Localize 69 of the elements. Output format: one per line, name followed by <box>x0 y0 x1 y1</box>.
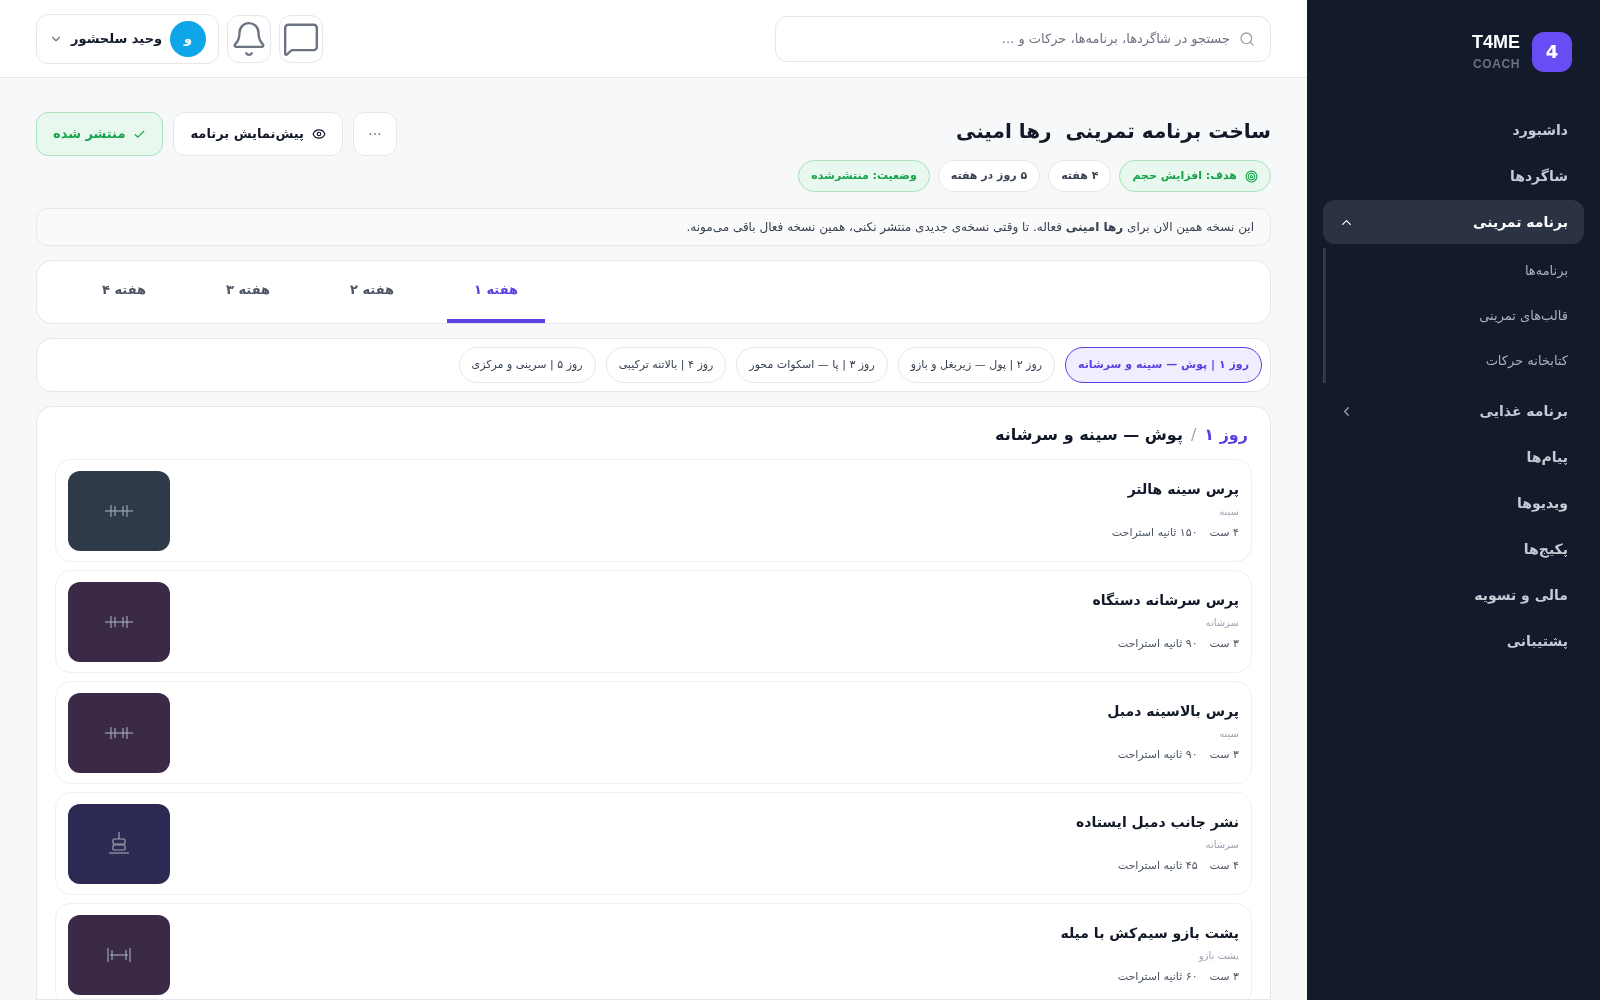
sets-count: ۴ ست <box>1209 525 1239 542</box>
sidebar-item[interactable]: برنامه غذایی <box>1323 389 1584 433</box>
day-title: پوش — سینه و سرشانه <box>994 424 1183 447</box>
breadcrumb-separator: / <box>1190 424 1197 446</box>
exercise-name: پرس سرشانه دستگاه <box>1092 591 1239 611</box>
day-chip[interactable]: روز ۳ | پا — اسکوات محور <box>736 347 888 383</box>
search-icon <box>1239 30 1255 47</box>
target-icon <box>1245 169 1258 183</box>
more-button[interactable]: ··· <box>353 112 397 156</box>
exercise-card[interactable]: نشر جانب دمبل ایستاده سرشانه ۴ ست ۴۵ ثانیه استراحت <box>55 792 1252 895</box>
sidebar-item[interactable]: ویدیوها <box>1323 481 1584 525</box>
sidebar-subitem[interactable]: قالب‌های تمرینی <box>1326 293 1568 338</box>
notice-text: این نسخه همین الان برای رها امینی فعاله. تا وقتی نسخه‌ی جدیدی منتشر نکنی، همین نسخه فعال باقی می‌مونه. <box>686 219 1254 236</box>
exercise-name: نشر جانب دمبل ایستاده <box>1075 813 1239 833</box>
rest-time: ۴۵ ثانیه استراحت <box>1117 858 1198 875</box>
sidebar-item[interactable]: برنامه تمرینی <box>1323 200 1584 244</box>
muscle-group: سینه <box>1107 726 1239 742</box>
sets-count: ۳ ست <box>1209 636 1239 653</box>
week-tab[interactable]: هفته ۴ <box>75 261 173 323</box>
page-title: ساخت برنامه تمرینی رها امینی <box>954 118 1271 145</box>
user-menu-button[interactable]: و وحید سلحشور <box>36 13 220 64</box>
search-field[interactable]: جستجو در شاگردها، برنامه‌ها، حرکات و ... <box>775 15 1271 62</box>
exercise-card[interactable]: پشت بازو سیم‌کش با میله پشت بازو ۳ ست ۶۰ ثانیه استراحت <box>55 903 1252 999</box>
rest-time: ۱۵۰ ثانیه استراحت <box>1111 525 1198 542</box>
week-tab[interactable]: هفته ۱ <box>447 261 545 323</box>
sets-count: ۳ ست <box>1209 747 1239 764</box>
sidebar-item[interactable]: پیام‌ها <box>1323 435 1584 479</box>
day-chip[interactable]: روز ۱ | پوش — سینه و سرشانه <box>1065 347 1262 383</box>
info-badge: ۴ هفته <box>1048 160 1112 192</box>
brand-name: T4ME <box>1472 32 1520 52</box>
day-chip[interactable]: روز ۴ | بالاتنه ترکیبی <box>605 347 727 383</box>
info-badge: هدف: افزایش حجم <box>1119 160 1271 192</box>
exercise-card[interactable]: پرس سینه هالتر سینه ۴ ست ۱۵۰ ثانیه استراحت <box>55 459 1252 562</box>
info-badge: ۵ روز در هفته <box>937 160 1041 192</box>
messages-button[interactable] <box>279 14 324 63</box>
brand-logo: 4 <box>1532 32 1572 72</box>
notifications-button[interactable] <box>227 14 272 63</box>
week-tab[interactable]: هفته ۳ <box>199 261 297 323</box>
rest-time: ۶۰ ثانیه استراحت <box>1117 969 1198 986</box>
exercise-name: پشت بازو سیم‌کش با میله <box>1060 924 1239 944</box>
muscle-group: پشت بازو <box>1060 948 1239 964</box>
exercise-name: پرس بالاسینه دمبل <box>1107 702 1239 722</box>
sidebar-item[interactable]: مالی و تسویه <box>1323 573 1584 617</box>
sidebar-item[interactable]: پشتیبانی <box>1323 619 1584 663</box>
muscle-group: سرشانه <box>1092 615 1239 631</box>
exercise-card[interactable]: پرس بالاسینه دمبل سینه ۳ ست ۹۰ ثانیه استراحت <box>55 681 1252 784</box>
exercise-name: پرس سینه هالتر <box>1126 480 1239 500</box>
rest-time: ۹۰ ثانیه استراحت <box>1117 636 1198 653</box>
muscle-group: سینه <box>1111 504 1239 520</box>
info-badge: وضعیت: منتشرشده <box>798 160 930 192</box>
exercise-card[interactable]: پرس سرشانه دستگاه سرشانه ۳ ست ۹۰ ثانیه استراحت <box>55 570 1252 673</box>
sidebar-subitem[interactable]: کتابخانه حرکات <box>1326 338 1568 383</box>
muscle-group: سرشانه <box>1075 837 1239 853</box>
day-chip[interactable]: روز ۲ | پول — زیربغل و بازو <box>897 347 1055 383</box>
sidebar-item[interactable]: داشبورد <box>1323 108 1584 152</box>
sidebar-subitem[interactable]: برنامه‌ها <box>1326 248 1568 293</box>
week-tab[interactable]: هفته ۲ <box>323 261 421 323</box>
avatar: و <box>170 20 207 57</box>
brand-tagline: COACH <box>1473 56 1520 72</box>
day-chip[interactable]: روز ۵ | سرینی و مرکزی <box>458 347 596 383</box>
user-name: وحید سلحشور <box>71 29 163 48</box>
sidebar-item[interactable]: پکیج‌ها <box>1323 527 1584 571</box>
sets-count: ۴ ست <box>1209 858 1239 875</box>
sidebar-item[interactable]: شاگردها <box>1323 154 1584 198</box>
sets-count: ۳ ست <box>1209 969 1239 986</box>
day-label: روز ۱ <box>1204 424 1248 446</box>
eye-icon <box>312 127 326 141</box>
preview-button[interactable]: پیش‌نمایش برنامه <box>173 112 343 156</box>
rest-time: ۹۰ ثانیه استراحت <box>1117 747 1198 764</box>
